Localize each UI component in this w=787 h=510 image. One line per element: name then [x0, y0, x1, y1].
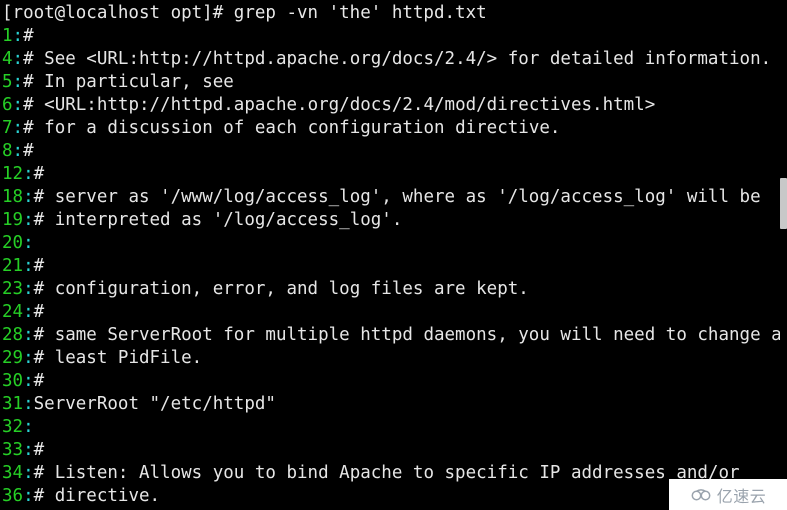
line-number: 7 [2, 118, 13, 138]
line-content: # server as '/www/log/access_log', where… [33, 187, 761, 207]
line-number-separator: : [23, 210, 34, 230]
output-line: 21:# [2, 255, 787, 278]
shell-prompt-command-line: [root@localhost opt]# grep -vn 'the' htt… [2, 3, 487, 23]
line-number-separator: : [12, 26, 24, 46]
line-number-separator: : [23, 394, 34, 414]
line-number-separator: : [23, 164, 34, 184]
line-content: # In particular, see [23, 72, 234, 92]
watermark: 亿速云 [669, 479, 787, 510]
output-line: 30:# [2, 370, 787, 393]
line-number: 21 [2, 256, 24, 276]
line-number-separator: : [23, 302, 34, 322]
line-number-separator: : [23, 371, 34, 391]
line-number-separator: : [12, 141, 24, 161]
line-number-separator: : [23, 348, 34, 368]
line-number-separator: : [23, 417, 34, 437]
line-number: 24 [2, 302, 24, 322]
line-content: # least PidFile. [33, 348, 203, 368]
line-number-separator: : [23, 325, 34, 345]
output-line: 31:ServerRoot "/etc/httpd" [2, 393, 787, 416]
output-line: 5:# In particular, see [2, 71, 787, 94]
line-content: # See <URL:http://httpd.apache.org/docs/… [23, 49, 772, 69]
line-number: 28 [2, 325, 24, 345]
line-number: 6 [2, 95, 13, 115]
line-content: # [33, 164, 45, 184]
line-number: 32 [2, 417, 24, 437]
line-content: # [33, 440, 45, 460]
output-line: 29:# least PidFile. [2, 347, 787, 370]
line-content: # Listen: Allows you to bind Apache to s… [33, 463, 740, 483]
output-line: 23:# configuration, error, and log files… [2, 278, 787, 301]
line-number: 20 [2, 233, 24, 253]
line-number: 31 [2, 394, 24, 414]
line-number-separator: : [23, 256, 34, 276]
line-number: 34 [2, 463, 24, 483]
line-content: # <URL:http://httpd.apache.org/docs/2.4/… [23, 95, 656, 115]
line-number-separator: : [23, 486, 34, 506]
line-number: 36 [2, 486, 24, 506]
line-number-separator: : [12, 49, 24, 69]
output-line: 28:# same ServerRoot for multiple httpd … [2, 324, 787, 347]
line-number-separator: : [23, 187, 34, 207]
output-line: 20: [2, 232, 787, 255]
line-number: 8 [2, 141, 13, 161]
line-number: 23 [2, 279, 24, 299]
line-content: # interpreted as '/log/access_log'. [33, 210, 403, 230]
line-content: # [23, 141, 34, 161]
line-number-separator: : [23, 440, 34, 460]
output-line: 12:# [2, 163, 787, 186]
output-line: 7:# for a discussion of each configurati… [2, 117, 787, 140]
line-content: ServerRoot "/etc/httpd" [33, 394, 276, 414]
output-line: 4:# See <URL:http://httpd.apache.org/doc… [2, 48, 787, 71]
line-content: # for a discussion of each configuration… [23, 118, 561, 138]
line-content: # [33, 302, 45, 322]
line-content: # same ServerRoot for multiple httpd dae… [33, 325, 787, 345]
output-line: 33:# [2, 439, 787, 462]
line-content: # [33, 256, 45, 276]
output-line: 19:# interpreted as '/log/access_log'. [2, 209, 787, 232]
line-content: # configuration, error, and log files ar… [33, 279, 529, 299]
line-number-separator: : [23, 233, 34, 253]
line-number-separator: : [23, 279, 34, 299]
line-number: 4 [2, 49, 13, 69]
line-content: # [23, 26, 34, 46]
vertical-scrollbar-thumb[interactable] [780, 178, 787, 229]
line-number: 5 [2, 72, 13, 92]
line-number-separator: : [12, 72, 24, 92]
line-number-separator: : [12, 118, 24, 138]
output-line: 6:# <URL:http://httpd.apache.org/docs/2.… [2, 94, 787, 117]
line-content: # directive. [33, 486, 161, 506]
line-number-separator: : [23, 463, 34, 483]
line-number: 19 [2, 210, 24, 230]
watermark-text: 亿速云 [716, 486, 767, 506]
vertical-scrollbar[interactable] [780, 0, 787, 510]
terminal-window[interactable]: [root@localhost opt]# grep -vn 'the' htt… [0, 0, 787, 510]
output-line: 32: [2, 416, 787, 439]
line-number: 33 [2, 440, 24, 460]
line-number: 30 [2, 371, 24, 391]
output-line: 24:# [2, 301, 787, 324]
line-number: 18 [2, 187, 24, 207]
line-number: 1 [2, 26, 13, 46]
line-number-separator: : [12, 95, 24, 115]
line-content: # [33, 371, 45, 391]
line-number: 12 [2, 164, 24, 184]
line-number: 29 [2, 348, 24, 368]
cloud-icon [691, 488, 711, 500]
grep-output: 1:# 4:# See <URL:http://httpd.apache.org/… [2, 25, 787, 508]
output-line: 18:# server as '/www/log/access_log', wh… [2, 186, 787, 209]
output-line: 8:# [2, 140, 787, 163]
output-line: 1:# [2, 25, 787, 48]
